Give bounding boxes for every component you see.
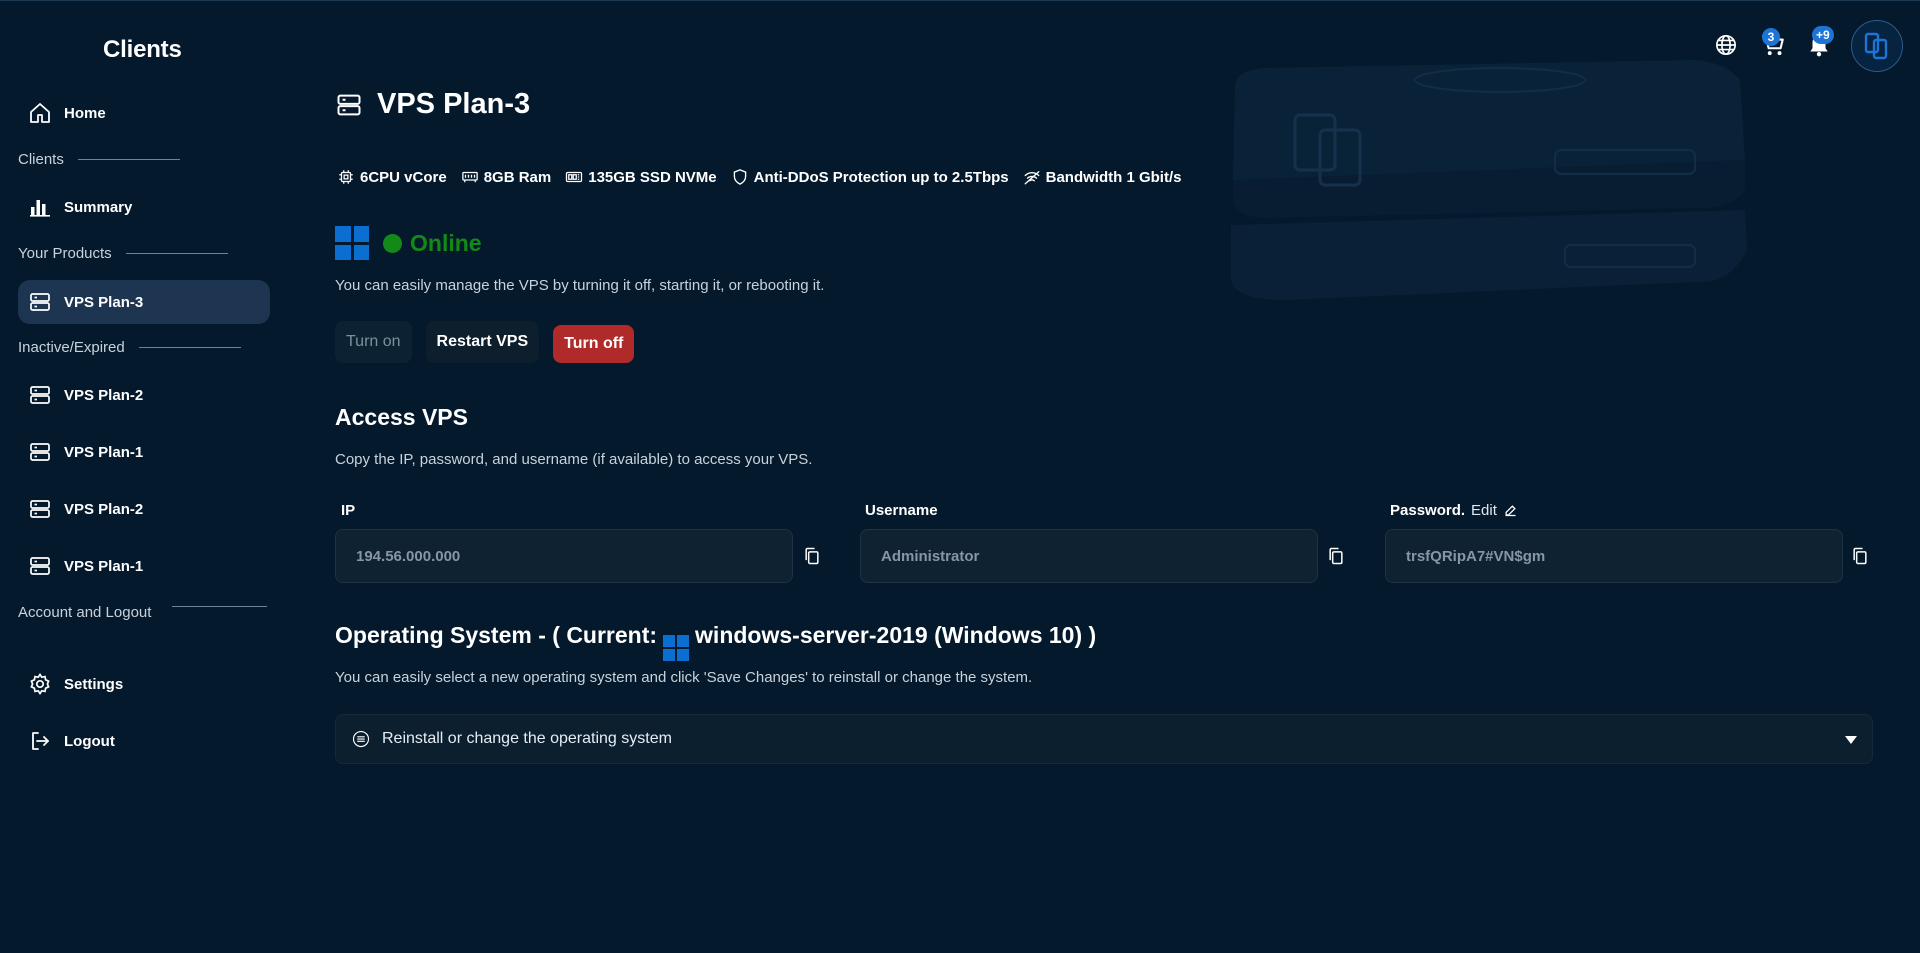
divider — [172, 606, 267, 607]
access-description: Copy the IP, password, and username (if … — [335, 451, 813, 468]
windows-icon — [335, 226, 369, 260]
cpu-icon — [339, 170, 353, 184]
windows-icon — [663, 635, 690, 661]
copy-icon[interactable] — [1326, 546, 1346, 566]
server-icon — [30, 293, 50, 311]
section-label-clients: Clients — [18, 151, 180, 168]
sidebar-item-label: VPS Plan-1 — [64, 557, 144, 575]
copy-icon[interactable] — [1850, 546, 1870, 566]
turn-on-button[interactable]: Turn on — [335, 321, 412, 363]
sidebar-item-inactive-product[interactable]: VPS Plan-1 — [18, 430, 270, 474]
password-label-row: Password. Edit — [1390, 502, 1518, 519]
page: Clients Home Clients Summary Your Produc… — [0, 0, 1920, 953]
sidebar-item-label: Logout — [64, 732, 115, 750]
status-indicator — [383, 233, 402, 253]
edit-password-button[interactable]: Edit — [1471, 502, 1518, 519]
divider — [125, 253, 228, 254]
sidebar-item-summary[interactable]: Summary — [18, 185, 270, 229]
server-icon — [30, 500, 50, 518]
server-icon — [337, 94, 361, 115]
sidebar-item-inactive-product[interactable]: VPS Plan-2 — [18, 373, 270, 417]
sidebar-item-label: VPS Plan-2 — [64, 386, 144, 404]
home-icon — [30, 103, 50, 123]
os-select-label: Reinstall or change the operating system — [382, 730, 672, 747]
sidebar-item-label: Home — [64, 104, 106, 122]
server-icon — [30, 557, 50, 575]
server-icon — [30, 386, 50, 404]
wifi-icon — [1024, 171, 1040, 185]
sidebar-item-inactive-product[interactable]: VPS Plan-1 — [18, 544, 270, 588]
chevron-down-icon — [1845, 736, 1857, 744]
divider — [77, 159, 180, 160]
bar-chart-icon — [30, 200, 50, 217]
memory-icon — [461, 171, 478, 183]
layers-icon — [352, 730, 370, 748]
password-field[interactable]: trsfQRipA7#VN$gm — [1385, 529, 1843, 583]
username-label: Username — [865, 502, 938, 519]
sidebar-item-label: Summary — [64, 198, 133, 216]
main-content: VPS Plan-3 6CPU vCore 8GB Ram 135GB SSD … — [335, 0, 1875, 953]
os-description: You can easily select a new operating sy… — [335, 669, 1033, 686]
copy-icon[interactable] — [802, 546, 822, 566]
section-label-account: Account and Logout — [18, 601, 273, 625]
gear-icon — [30, 672, 50, 696]
power-controls: Turn on Restart VPS Turn off — [335, 321, 635, 363]
brand-title: Clients — [103, 36, 182, 63]
turn-off-button[interactable]: Turn off — [553, 325, 635, 363]
sidebar-item-label: Settings — [64, 675, 124, 693]
status-row: Online — [335, 226, 482, 260]
username-field[interactable]: Administrator — [860, 529, 1318, 583]
plan-specs: 6CPU vCore 8GB Ram 135GB SSD NVMe Anti-D… — [337, 168, 1181, 186]
shield-icon — [733, 169, 746, 185]
manage-description: You can easily manage the VPS by turning… — [335, 277, 825, 294]
server-icon — [30, 443, 50, 461]
sidebar-item-label: VPS Plan-3 — [64, 293, 144, 311]
os-title: Operating System - ( Current: windows-ser… — [335, 622, 1096, 661]
sidebar-item-label: VPS Plan-2 — [64, 500, 144, 518]
ip-label: IP — [341, 502, 356, 519]
status-text: Online — [410, 229, 482, 256]
section-label-inactive: Inactive/Expired — [18, 339, 241, 356]
section-label-your-products: Your Products — [18, 245, 228, 262]
access-title: Access VPS — [335, 404, 468, 430]
spec-cpu: 6CPU vCore — [337, 168, 447, 186]
ip-field[interactable]: 194.56.000.000 — [335, 529, 793, 583]
logout-icon — [32, 732, 49, 750]
divider — [138, 347, 241, 348]
os-select[interactable]: Reinstall or change the operating system — [335, 714, 1873, 764]
spec-bandwidth: Bandwidth 1 Gbit/s — [1023, 168, 1181, 186]
sidebar: Clients Home Clients Summary Your Produc… — [0, 0, 290, 953]
edit-icon — [1505, 505, 1516, 517]
spec-ddos: Anti-DDoS Protection up to 2.5Tbps — [731, 168, 1009, 186]
ssd-icon — [566, 171, 583, 183]
spec-ram: 8GB Ram — [461, 168, 551, 186]
password-label: Password. — [1390, 502, 1466, 519]
sidebar-item-vps-plan-3[interactable]: VPS Plan-3 — [18, 280, 270, 324]
sidebar-item-label: VPS Plan-1 — [64, 443, 144, 461]
restart-button[interactable]: Restart VPS — [425, 321, 540, 363]
sidebar-item-home[interactable]: Home — [18, 91, 270, 135]
sidebar-item-inactive-product[interactable]: VPS Plan-2 — [18, 487, 270, 531]
sidebar-item-settings[interactable]: Settings — [18, 662, 270, 706]
page-title: VPS Plan-3 — [335, 88, 530, 121]
sidebar-item-logout[interactable]: Logout — [18, 719, 270, 763]
spec-storage: 135GB SSD NVMe — [565, 168, 717, 186]
